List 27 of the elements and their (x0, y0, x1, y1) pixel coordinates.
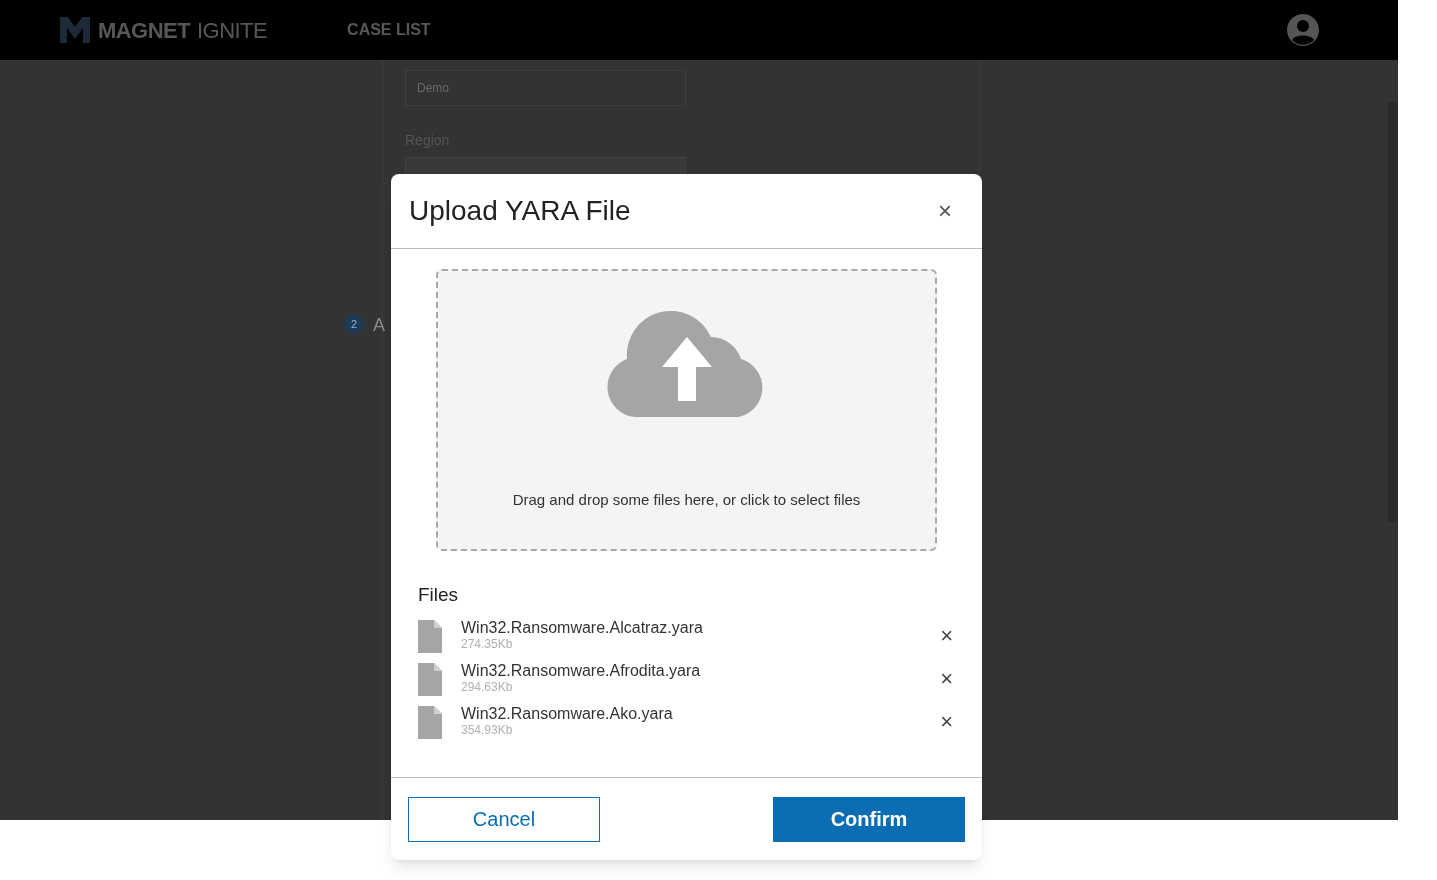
region-field[interactable] (405, 157, 686, 177)
remove-file-button[interactable]: × (940, 667, 953, 690)
file-icon (418, 619, 442, 653)
file-size: 354.93Kb (461, 722, 514, 737)
scrollbar[interactable] (1388, 102, 1398, 522)
dialog-title: Upload YARA File (409, 194, 631, 228)
file-name: Win32.Ransomware.Ako.yara (461, 704, 673, 723)
user-avatar-icon[interactable] (1286, 13, 1320, 47)
file-icon (418, 662, 442, 696)
logo-icon (60, 17, 90, 43)
brand-name: IGNITE (197, 16, 268, 45)
file-icon (418, 705, 442, 739)
file-size: 294.63Kb (461, 679, 514, 694)
file-name: Win32.Ransomware.Alcatraz.yara (461, 618, 703, 637)
remove-file-button[interactable]: × (940, 624, 953, 647)
step-number: 2 (344, 314, 364, 334)
close-button[interactable]: × (938, 199, 952, 223)
dropzone-hint: Drag and drop some files here, or click to select files (512, 490, 861, 510)
file-name: Win32.Ransomware.Afrodita.yara (461, 661, 701, 680)
brand-name: MAGNET (98, 16, 191, 45)
cancel-button[interactable]: Cancel (408, 796, 600, 842)
confirm-button[interactable]: Confirm (773, 796, 965, 842)
dropzone[interactable]: Drag and drop some files here, or click to select files (436, 269, 937, 551)
files-heading: Files (418, 583, 460, 607)
step-label: A (373, 314, 385, 337)
remove-file-button[interactable]: × (940, 710, 953, 733)
file-size: 274.35Kb (461, 636, 514, 651)
